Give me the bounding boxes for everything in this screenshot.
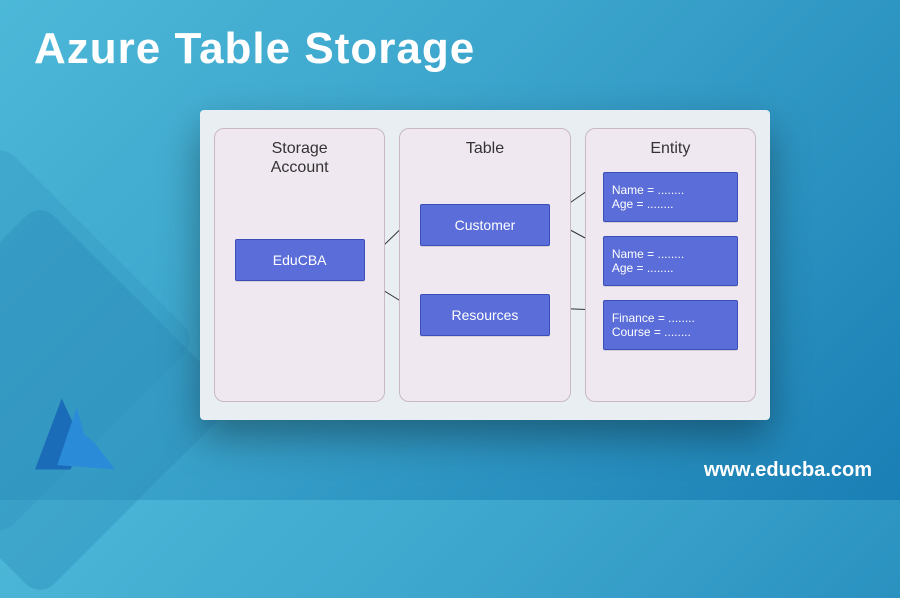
node-storage-account: EduCBA: [235, 239, 365, 281]
node-table-resources: Resources: [420, 294, 550, 336]
entity-property: Name = ........: [612, 183, 684, 197]
node-entity: Finance = ........ Course = ........: [603, 300, 738, 350]
entity-property: Finance = ........: [612, 311, 695, 325]
column-header: Table: [466, 139, 504, 158]
entity-property: Name = ........: [612, 247, 684, 261]
entity-property: Course = ........: [612, 325, 691, 339]
column-entity: Entity Name = ........ Age = ........ Na…: [585, 128, 756, 402]
column-header: Storage Account: [271, 139, 329, 177]
node-entity: Name = ........ Age = ........: [603, 172, 738, 222]
column-storage-account: Storage Account EduCBA: [214, 128, 385, 402]
node-entity: Name = ........ Age = ........: [603, 236, 738, 286]
diagram-card: Storage Account EduCBA Table Customer Re…: [200, 110, 770, 420]
page-title: Azure Table Storage: [34, 24, 475, 74]
column-header: Entity: [650, 139, 690, 158]
node-table-customer: Customer: [420, 204, 550, 246]
site-url: www.educba.com: [704, 459, 872, 482]
azure-logo-icon: [30, 394, 120, 474]
column-table: Table Customer Resources: [399, 128, 570, 402]
entity-property: Age = ........: [612, 197, 674, 211]
entity-property: Age = ........: [612, 261, 674, 275]
